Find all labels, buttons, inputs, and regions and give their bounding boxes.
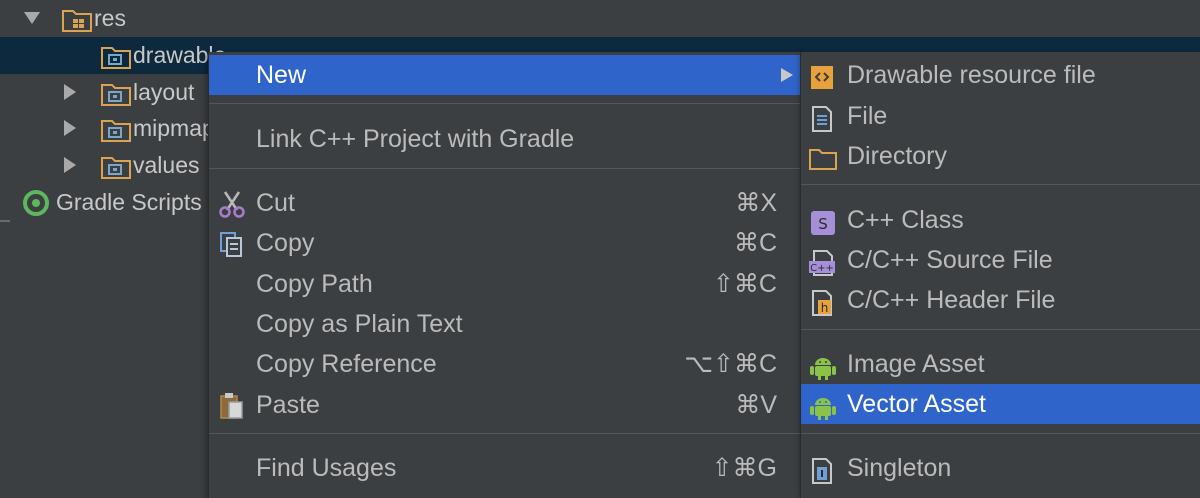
- submenu-item-image-asset[interactable]: Image Asset: [801, 344, 1200, 384]
- tree-line-icon: [0, 198, 14, 235]
- tree-label: layout: [133, 79, 195, 105]
- menu-item-label: Vector Asset: [847, 390, 986, 418]
- submenu-item-cpp-header-file[interactable]: h C/C++ Header File: [801, 280, 1200, 320]
- shortcut-label: ⌘V: [735, 391, 777, 419]
- tree-label: mipmap: [133, 115, 215, 141]
- singleton-file-icon: [809, 456, 837, 496]
- svg-text:h: h: [821, 301, 829, 315]
- menu-item-label: Directory: [847, 142, 948, 170]
- menu-item-label: C/C++ Source File: [847, 246, 1053, 274]
- menu-separator: [209, 103, 801, 104]
- menu-item-new[interactable]: New: [209, 55, 801, 95]
- menu-item-label: Copy Path: [256, 270, 373, 298]
- menu-separator: [209, 168, 801, 169]
- menu-item-label: Find Usages: [256, 454, 397, 482]
- menu-item-label: C/C++ Header File: [847, 286, 1056, 314]
- menu-item-label: Cut: [256, 189, 295, 217]
- expand-arrow-icon[interactable]: [64, 84, 76, 100]
- android-icon: [809, 392, 837, 432]
- expand-arrow-icon[interactable]: [64, 157, 76, 173]
- svg-text:S: S: [818, 215, 828, 233]
- new-submenu: Drawable resource file File Directory S: [800, 52, 1200, 498]
- menu-item-label: Paste: [256, 391, 320, 419]
- menu-item-label: Copy as Plain Text: [256, 310, 463, 338]
- menu-item-label: New: [256, 61, 307, 89]
- paste-icon: [217, 392, 247, 432]
- svg-text:C++: C++: [810, 263, 834, 274]
- menu-item-cut[interactable]: Cut ⌘X: [209, 183, 801, 223]
- menu-item-copy-reference[interactable]: Copy Reference ⌥⇧⌘C: [209, 344, 801, 384]
- menu-item-link-cpp[interactable]: Link C++ Project with Gradle: [209, 119, 801, 159]
- expand-arrow-icon[interactable]: [24, 12, 40, 24]
- menu-item-label: Drawable resource file: [847, 61, 1096, 89]
- menu-item-copy-path[interactable]: Copy Path ⇧⌘C: [209, 264, 801, 304]
- tree-label: Gradle Scripts: [56, 189, 202, 215]
- shortcut-label: ⌥⇧⌘C: [684, 350, 777, 378]
- submenu-item-cpp-class[interactable]: S C++ Class: [801, 200, 1200, 240]
- shortcut-label: ⇧⌘C: [712, 270, 777, 298]
- menu-item-label: Link C++ Project with Gradle: [256, 125, 575, 153]
- menu-item-label: Copy Reference: [256, 350, 437, 378]
- menu-item-copy-plain-text[interactable]: Copy as Plain Text: [209, 304, 801, 344]
- tree-node-res[interactable]: res: [0, 0, 1200, 37]
- submenu-item-directory[interactable]: Directory: [801, 136, 1200, 176]
- submenu-item-drawable-resource-file[interactable]: Drawable resource file: [801, 55, 1200, 95]
- menu-separator: [801, 433, 1200, 434]
- cpp-header-file-icon: h: [809, 288, 837, 328]
- tree-label: values: [133, 152, 200, 178]
- shortcut-label: ⌘X: [735, 189, 777, 217]
- menu-item-paste[interactable]: Paste ⌘V: [209, 385, 801, 425]
- gradle-icon: [22, 189, 50, 228]
- shortcut-label: ⇧⌘G: [711, 454, 777, 482]
- menu-separator: [801, 184, 1200, 185]
- menu-item-label: Image Asset: [847, 350, 985, 378]
- tree-label: res: [94, 5, 126, 31]
- menu-item-label: C++ Class: [847, 206, 964, 234]
- submenu-item-cpp-source-file[interactable]: C++ C/C++ Source File: [801, 240, 1200, 280]
- expand-arrow-icon[interactable]: [64, 120, 76, 136]
- context-menu: New Link C++ Project with Gradle Cut ⌘X: [208, 52, 801, 498]
- menu-item-label: Singleton: [847, 454, 952, 482]
- menu-item-label: Copy: [256, 229, 315, 257]
- submenu-item-vector-asset[interactable]: Vector Asset: [801, 384, 1200, 424]
- menu-item-copy[interactable]: Copy ⌘C: [209, 223, 801, 263]
- menu-separator: [801, 329, 1200, 330]
- menu-separator: [209, 433, 801, 434]
- shortcut-label: ⌘C: [733, 229, 777, 257]
- submenu-item-file[interactable]: File: [801, 96, 1200, 136]
- folder-icon: [809, 144, 837, 184]
- menu-item-label: File: [847, 102, 888, 130]
- submenu-arrow-icon: [781, 68, 793, 82]
- submenu-item-singleton[interactable]: Singleton: [801, 448, 1200, 488]
- menu-item-find-usages[interactable]: Find Usages ⇧⌘G: [209, 448, 801, 488]
